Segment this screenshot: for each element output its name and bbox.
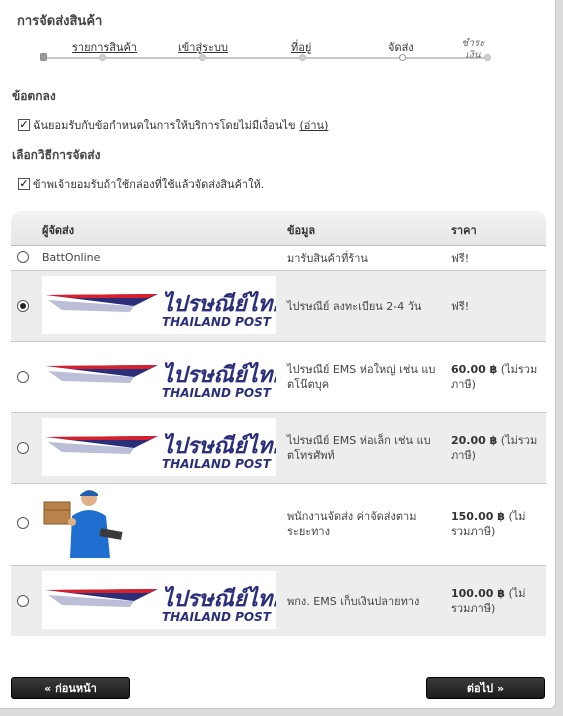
thailand-post-logo: ไปรษณีย์ไทย THAILAND POST — [42, 276, 287, 334]
carrier-info: พนักงานจัดส่ง ค่าจัดส่งตามระยะทาง — [287, 510, 417, 538]
step-payment-label-line2: เงิน — [465, 50, 481, 61]
table-row[interactable]: BattOnline มารับสินค้าที่ร้าน ฟรี! — [11, 246, 546, 271]
terms-checkbox[interactable]: ✓ — [18, 119, 30, 131]
step-login-dot — [199, 54, 206, 61]
carrier-name: BattOnline — [42, 251, 101, 264]
shipping-method-title: เลือกวิธีการจัดส่ง — [12, 148, 101, 162]
carrier-price-cell: 20.00 ฿ (ไม่รวมภาษี) — [451, 433, 543, 463]
logo-thai-text: ไปรษณีย์ไทย — [162, 361, 276, 388]
carrier-price-cell: 150.00 ฿ (ไม่รวมภาษี) — [451, 509, 543, 539]
step-cart-dot — [99, 54, 106, 61]
carrier-price: 60.00 ฿ — [451, 363, 498, 376]
thailand-post-logo: ไปรษณีย์ไทย THAILAND POST — [42, 418, 287, 476]
thailand-post-logo: ไปรษณีย์ไทย THAILAND POST — [42, 347, 287, 405]
carrier-info: มารับสินค้าที่ร้าน — [287, 252, 368, 265]
checkout-panel: การจัดส่งสินค้า รายการสินค้า เข้าสู่ระบบ… — [0, 0, 556, 709]
carrier-radio-selected[interactable] — [17, 300, 29, 312]
carrier-table: ผู้จัดส่ง ข้อมูล ราคา BattOnline มารับสิ… — [11, 211, 546, 636]
table-row[interactable]: พนักงานจัดส่ง ค่าจัดส่งตามระยะทาง 150.00… — [11, 484, 546, 566]
thailand-post-logo: ไปรษณีย์ไทย THAILAND POST — [42, 571, 287, 629]
step-address-dot — [299, 54, 306, 61]
carrier-price: 150.00 ฿ — [451, 510, 505, 523]
logo-english-text: THAILAND POST — [162, 315, 272, 329]
carrier-price: ฟรี! — [451, 252, 470, 265]
page-title: การจัดส่งสินค้า — [17, 14, 103, 29]
table-header: ผู้จัดส่ง ข้อมูล ราคา — [11, 211, 546, 246]
carrier-radio[interactable] — [17, 595, 29, 607]
delivery-person-image — [42, 486, 132, 564]
carrier-info: ไปรษณีย์ EMS ห่อใหญ่ เช่น แบตโน๊ตบุค — [287, 363, 436, 391]
carrier-price: ฟรี! — [451, 300, 470, 313]
progress-line — [45, 57, 489, 59]
step-cart[interactable]: รายการสินค้า — [72, 38, 137, 56]
logo-english-text: THAILAND POST — [162, 610, 272, 624]
used-box-label: ข้าพเจ้ายอมรับถ้าใช้กล่องที่ใช้แล้วจัดส่… — [33, 178, 265, 191]
carrier-radio[interactable] — [17, 371, 29, 383]
next-button[interactable]: ต่อไป » — [426, 677, 545, 699]
table-row[interactable]: ไปรษณีย์ไทย THAILAND POST ไปรษณีย์ EMS ห… — [11, 413, 546, 484]
used-box-checkbox[interactable]: ✓ — [18, 178, 30, 190]
carrier-info: ไปรษณีย์ EMS ห่อเล็ก เช่น แบตโทรศัพท์ — [287, 434, 431, 462]
carrier-radio[interactable] — [17, 251, 29, 263]
carrier-price: 20.00 ฿ — [451, 434, 498, 447]
logo-thai-text: ไปรษณีย์ไทย — [162, 290, 276, 317]
carrier-price-cell: 100.00 ฿ (ไม่รวมภาษี) — [451, 586, 543, 616]
terms-label: ฉันยอมรับกับข้อกำหนดในการให้บริการโดยไม่… — [33, 119, 296, 132]
used-box-row: ✓ ข้าพเจ้ายอมรับถ้าใช้กล่องที่ใช้แล้วจัด… — [18, 175, 264, 193]
carrier-price: 100.00 ฿ — [451, 587, 505, 600]
carrier-radio[interactable] — [17, 517, 29, 529]
carrier-info: พกง. EMS เก็บเงินปลายทาง — [287, 595, 420, 608]
step-payment-dot — [484, 54, 491, 61]
header-info: ข้อมูล — [287, 224, 316, 237]
progress-start-marker — [40, 53, 47, 61]
logo-english-text: THAILAND POST — [162, 457, 272, 471]
logo-english-text: THAILAND POST — [162, 386, 272, 400]
header-carrier: ผู้จัดส่ง — [42, 224, 75, 237]
table-row[interactable]: ไปรษณีย์ไทย THAILAND POST ไปรษณีย์ ลงทะเ… — [11, 271, 546, 342]
step-payment-label-line1: ชำระ — [461, 38, 485, 49]
carrier-radio[interactable] — [17, 442, 29, 454]
carrier-info: ไปรษณีย์ ลงทะเบียน 2-4 วัน — [287, 300, 422, 313]
checkout-progress: รายการสินค้า เข้าสู่ระบบ ที่อยู่ จัดส่ง … — [40, 36, 492, 68]
header-price: ราคา — [451, 224, 477, 237]
terms-title: ข้อตกลง — [12, 89, 56, 103]
carrier-price-cell: 60.00 ฿ (ไม่รวมภาษี) — [451, 362, 543, 392]
table-row[interactable]: ไปรษณีย์ไทย THAILAND POST พกง. EMS เก็บเ… — [11, 566, 546, 636]
terms-read-link[interactable]: (อ่าน) — [299, 116, 328, 134]
terms-row: ✓ ฉันยอมรับกับข้อกำหนดในการให้บริการโดยไ… — [18, 116, 328, 134]
logo-thai-text: ไปรษณีย์ไทย — [162, 585, 276, 612]
step-shipping-dot — [399, 54, 406, 61]
back-button[interactable]: « ก่อนหน้า — [11, 677, 130, 699]
table-row[interactable]: ไปรษณีย์ไทย THAILAND POST ไปรษณีย์ EMS ห… — [11, 342, 546, 413]
logo-thai-text: ไปรษณีย์ไทย — [162, 432, 276, 459]
